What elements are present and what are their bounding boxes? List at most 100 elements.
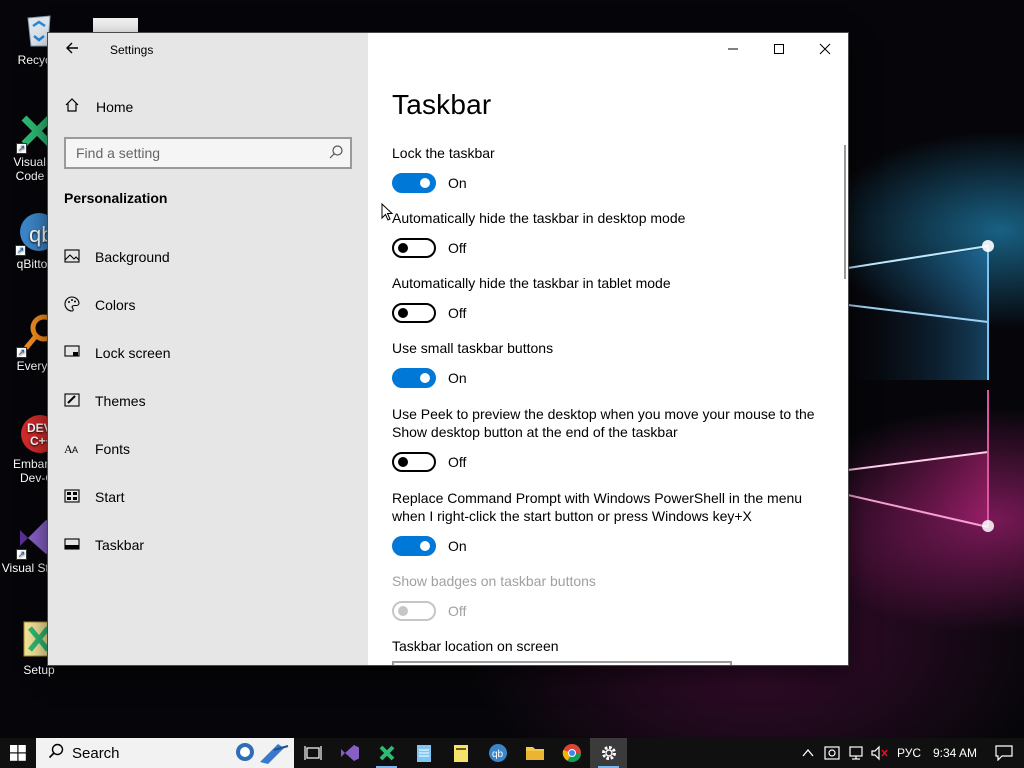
search-input[interactable] (66, 139, 306, 167)
taskbar-app-notepad[interactable] (405, 738, 442, 768)
chevron-up-icon (802, 748, 814, 757)
mouse-cursor-icon (381, 202, 394, 226)
setting-label: Use small taskbar buttons (392, 340, 554, 356)
network-button[interactable] (844, 738, 868, 768)
toggle-state: Off (448, 305, 467, 321)
settings-content: Taskbar Lock the taskbar On Automaticall… (368, 33, 848, 665)
taskbar-app-qbittorrent[interactable]: qb (479, 738, 516, 768)
setting-label: Show badges on taskbar buttons (392, 573, 596, 589)
taskbar-app-vscode[interactable] (368, 738, 405, 768)
nav-home-label: Home (96, 99, 134, 115)
sidebar-item-label: Lock screen (95, 345, 171, 361)
taskbar-app-file-explorer[interactable] (516, 738, 553, 768)
toggle-state: On (448, 370, 467, 386)
themes-icon (64, 392, 80, 408)
system-tray: РУС 9:34 AM (796, 738, 1024, 768)
peek-toggle[interactable] (392, 452, 436, 472)
language-indicator[interactable]: РУС (892, 746, 926, 760)
setting-label: Automatically hide the taskbar in deskto… (392, 210, 686, 226)
setting-label: Taskbar location on screen (392, 638, 559, 654)
toggle-state: Off (448, 603, 467, 619)
minimize-button[interactable] (710, 33, 756, 65)
minimize-icon (728, 48, 738, 50)
notepad-icon (416, 745, 431, 762)
search-highlight-icon (234, 740, 290, 768)
sidebar-item-label: Colors (95, 297, 136, 313)
settings-window: Settings Home Personalization Background… (48, 33, 848, 665)
sidebar-item-background[interactable]: Background (64, 243, 364, 291)
volume-muted-icon (871, 745, 888, 761)
close-icon (819, 43, 831, 55)
sidebar-item-colors[interactable]: Colors (64, 291, 364, 339)
svg-text:qb: qb (492, 749, 504, 760)
sidebar-item-label: Taskbar (95, 537, 145, 553)
page-title: Taskbar (392, 89, 492, 120)
start-icon (64, 488, 80, 504)
content-scrollbar[interactable] (844, 145, 846, 279)
task-view-button[interactable] (294, 738, 331, 768)
setting-label: Use Peek to preview the desktop when you… (392, 406, 815, 440)
sidebar-item-label: Themes (95, 393, 146, 409)
show-hidden-icons-button[interactable] (796, 738, 820, 768)
sidebar-item-label: Start (95, 489, 125, 505)
svg-text:A: A (72, 445, 78, 455)
task-view-icon (303, 746, 322, 760)
shortcut-arrow-icon: ↗ (15, 245, 26, 256)
sidebar-item-taskbar[interactable]: Taskbar (64, 531, 364, 579)
setting-peek: Use Peek to preview the desktop when you… (392, 405, 832, 472)
taskbar-app-sticky-notes[interactable] (442, 738, 479, 768)
sidebar-item-themes[interactable]: Themes (64, 387, 364, 435)
lock-screen-icon (64, 344, 80, 360)
setting-taskbar-location: Taskbar location on screen (392, 637, 832, 655)
tray-app-icon (824, 746, 840, 760)
tray-app-button[interactable] (820, 738, 844, 768)
volume-button[interactable] (868, 738, 892, 768)
taskbar-app-settings[interactable] (590, 738, 627, 768)
search-icon[interactable] (328, 144, 344, 160)
vscode-icon (379, 745, 394, 761)
taskbar-search-label: Search (72, 744, 120, 762)
shortcut-arrow-icon: ↗ (16, 347, 27, 358)
taskbar-app-visual-studio[interactable] (331, 738, 368, 768)
setting-label: Replace Command Prompt with Windows Powe… (392, 490, 803, 524)
home-icon (64, 97, 80, 117)
toggle-state: Off (448, 240, 467, 256)
search-box[interactable] (64, 137, 352, 169)
autohide-desktop-toggle[interactable] (392, 238, 436, 258)
taskbar-app-chrome[interactable] (553, 738, 590, 768)
sidebar-item-start[interactable]: Start (64, 483, 364, 531)
search-icon (48, 743, 64, 764)
personalization-nav: Background Colors Lock screen Themes AA … (64, 243, 364, 579)
action-center-button[interactable] (984, 738, 1024, 768)
close-button[interactable] (802, 33, 848, 65)
desktop-file-thumbnail[interactable] (93, 18, 138, 33)
sidebar-item-lock-screen[interactable]: Lock screen (64, 339, 364, 387)
notification-icon (995, 745, 1013, 761)
maximize-button[interactable] (756, 33, 802, 65)
nav-home[interactable]: Home (64, 97, 133, 117)
powershell-toggle[interactable] (392, 536, 436, 556)
back-button[interactable] (62, 41, 82, 61)
shortcut-arrow-icon: ↗ (16, 549, 27, 560)
taskbar-icon (64, 536, 80, 552)
palette-icon (64, 296, 80, 312)
taskbar-search-box[interactable]: Search (36, 738, 294, 768)
setting-small-buttons: Use small taskbar buttons On (392, 339, 832, 388)
clock[interactable]: 9:34 AM (926, 746, 984, 760)
picture-icon (64, 248, 80, 264)
taskbar-location-dropdown[interactable] (392, 661, 732, 665)
chrome-icon (562, 744, 581, 763)
small-buttons-toggle[interactable] (392, 368, 436, 388)
maximize-icon (774, 44, 784, 54)
settings-gear-icon (601, 746, 616, 760)
fonts-icon: AA (64, 440, 80, 456)
sidebar-item-label: Background (95, 249, 170, 265)
section-title: Personalization (64, 190, 168, 206)
start-button[interactable] (0, 738, 36, 768)
settings-sidebar: Settings Home Personalization Background… (48, 33, 368, 665)
setting-powershell: Replace Command Prompt with Windows Powe… (392, 489, 832, 556)
sidebar-item-fonts[interactable]: AA Fonts (64, 435, 364, 483)
autohide-tablet-toggle[interactable] (392, 303, 436, 323)
toggle-state: Off (448, 454, 467, 470)
lock-taskbar-toggle[interactable] (392, 173, 436, 193)
